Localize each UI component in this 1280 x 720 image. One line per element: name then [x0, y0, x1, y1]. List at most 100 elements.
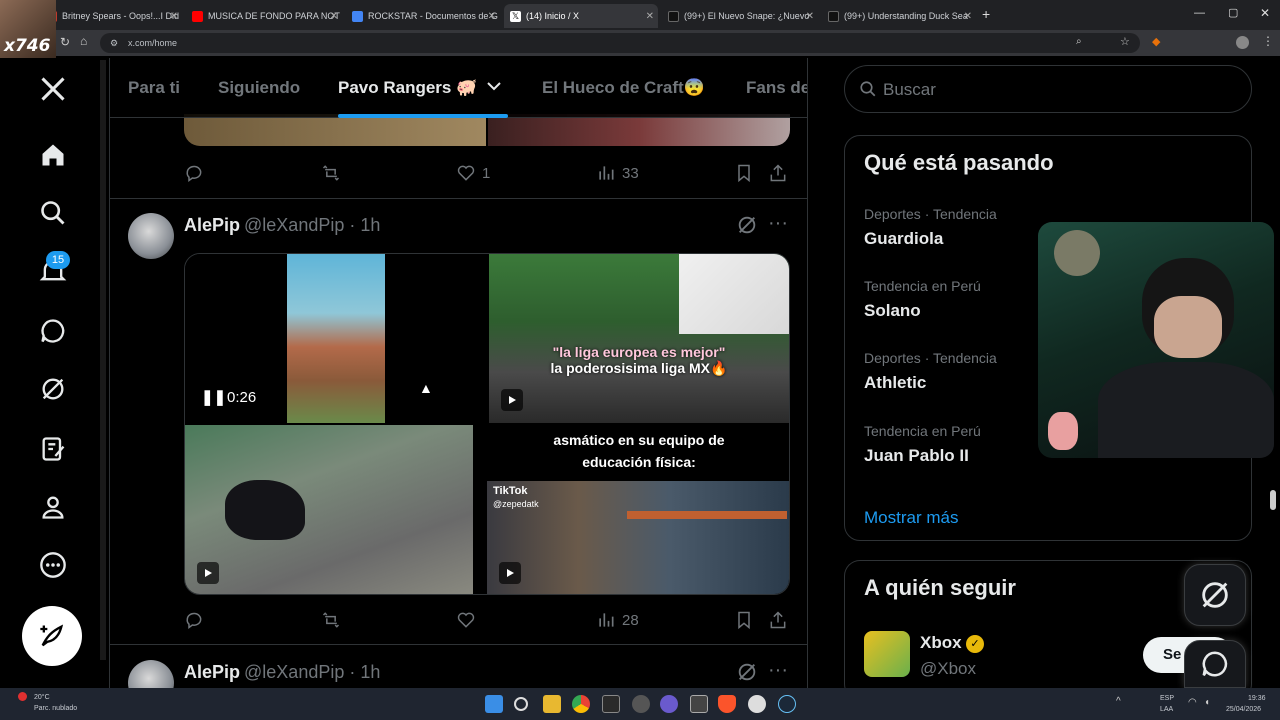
more-options-icon[interactable]: ··· — [768, 659, 788, 682]
prev-post-media[interactable] — [184, 114, 790, 146]
browser-menu-icon[interactable]: ⋮ — [1262, 34, 1274, 48]
xbox-avatar[interactable] — [864, 631, 910, 677]
avatar[interactable] — [128, 660, 174, 688]
scrollbar-track[interactable] — [100, 60, 106, 660]
pause-icon[interactable]: ❚❚ — [201, 388, 226, 406]
steam-icon[interactable] — [778, 695, 796, 713]
avatar[interactable] — [128, 213, 174, 259]
media-thumbnail[interactable]: "la liga europea es mejor" la poderosisi… — [489, 254, 789, 423]
browser-tab-6[interactable]: (99+) Understanding Duck Sea ✕ — [822, 4, 976, 28]
clock-time[interactable]: 19:36 — [1248, 695, 1266, 702]
author-handle[interactable]: @leXandPip · 1h — [244, 662, 380, 682]
views-button[interactable]: 28 — [596, 608, 639, 632]
app2-icon[interactable] — [748, 695, 766, 713]
weather-desc[interactable]: Parc. nublado — [34, 705, 77, 712]
brave-icon[interactable] — [718, 695, 736, 713]
chrome-icon[interactable] — [572, 695, 590, 713]
grok-explain-icon[interactable] — [736, 661, 758, 688]
like-button[interactable]: 1 — [456, 161, 490, 185]
window-close-icon[interactable]: ✕ — [1260, 6, 1270, 20]
more-options-icon[interactable]: ··· — [768, 212, 788, 235]
play-icon[interactable] — [197, 562, 219, 584]
reload-icon[interactable]: ↻ — [60, 35, 70, 49]
app-icon[interactable] — [632, 695, 650, 713]
close-icon[interactable]: ✕ — [170, 11, 178, 22]
trend-item[interactable]: Juan Pablo II — [864, 446, 969, 466]
profile-icon[interactable] — [38, 492, 68, 522]
video-player[interactable]: ❚❚ 0:26 ▲ — [185, 254, 486, 423]
author-name[interactable]: AlePip — [184, 215, 240, 235]
extension-icon[interactable]: ◆ — [1152, 35, 1160, 48]
share-icon[interactable] — [768, 161, 788, 185]
tab-siguiendo[interactable]: Siguiendo — [218, 78, 300, 98]
zoom-icon[interactable]: ⌕ — [1076, 36, 1082, 47]
new-tab-icon[interactable]: + — [982, 6, 990, 22]
media-thumbnail[interactable] — [185, 425, 473, 594]
more-icon[interactable] — [38, 550, 68, 580]
tab-hueco-de-craft[interactable]: El Hueco de Craft😨 — [542, 78, 705, 98]
bookmark-icon[interactable] — [734, 161, 754, 185]
follow-name[interactable]: Xbox — [920, 633, 962, 653]
notes-icon[interactable] — [38, 434, 68, 464]
share-icon[interactable] — [768, 608, 788, 632]
close-icon[interactable]: ✕ — [330, 11, 338, 22]
x-logo-icon[interactable] — [38, 74, 68, 104]
media-thumbnail[interactable] — [184, 114, 486, 146]
author-name[interactable]: AlePip — [184, 662, 240, 682]
weather-temp[interactable]: 20°C — [34, 694, 50, 701]
obs-icon[interactable] — [690, 695, 708, 713]
tab-para-ti[interactable]: Para ti — [128, 78, 180, 98]
tab-fans-de[interactable]: Fans de — [746, 78, 807, 98]
play-icon[interactable] — [499, 562, 521, 584]
close-icon[interactable]: ✕ — [488, 11, 496, 22]
taskbar-search-icon[interactable] — [514, 697, 528, 711]
play-icon[interactable] — [501, 389, 523, 411]
compose-post-button[interactable] — [22, 606, 82, 666]
language-layout[interactable]: LAA — [1160, 706, 1173, 713]
grok-explain-icon[interactable] — [736, 214, 758, 241]
media-thumbnail[interactable]: asmático en su equipo de educación físic… — [487, 425, 789, 594]
minimize-icon[interactable]: — — [1194, 7, 1205, 19]
chevron-down-icon[interactable] — [486, 78, 502, 99]
tray-chevron-icon[interactable]: ^ — [1116, 696, 1121, 707]
url-input[interactable]: ⚙ x.com/home — [100, 33, 1140, 53]
browser-home-icon[interactable]: ⌂ — [80, 34, 87, 48]
bookmark-star-icon[interactable]: ☆ — [1120, 35, 1130, 48]
bookmark-icon[interactable] — [734, 608, 754, 632]
trend-item[interactable]: Guardiola — [864, 229, 943, 249]
reply-icon[interactable] — [184, 608, 204, 632]
maximize-icon[interactable]: ▢ — [1228, 6, 1238, 19]
search-icon[interactable] — [38, 198, 68, 228]
close-icon[interactable]: ✕ — [646, 11, 654, 22]
browser-tab-1[interactable]: Britney Spears - Oops!...I Did It ✕ — [40, 4, 182, 28]
volume-icon[interactable]: ◖ — [1204, 697, 1210, 708]
windows-start-icon[interactable] — [485, 695, 503, 713]
repost-icon[interactable] — [320, 161, 342, 185]
language-indicator[interactable]: ESP — [1160, 695, 1174, 702]
home-icon[interactable] — [38, 140, 68, 170]
browser-tab-5[interactable]: (99+) El Nuevo Snape: ¿Nuevo ✕ — [662, 4, 818, 28]
terminal-icon[interactable] — [602, 695, 620, 713]
browser-tab-x-active[interactable]: 𝕏 (14) Inicio / X ✕ — [504, 4, 658, 28]
show-more-link[interactable]: Mostrar más — [864, 508, 958, 528]
profile-avatar[interactable] — [1236, 36, 1249, 49]
reply-icon[interactable] — [184, 161, 204, 185]
messages-icon[interactable] — [38, 316, 68, 346]
page-scrollbar-thumb[interactable] — [1270, 490, 1276, 510]
messages-floating-button[interactable] — [1184, 640, 1246, 688]
site-info-icon[interactable]: ⚙ — [110, 33, 118, 53]
browser-tab-3[interactable]: ROCKSTAR - Documentos de G ✕ — [346, 4, 500, 28]
author-handle[interactable]: @leXandPip · 1h — [244, 215, 380, 235]
repost-icon[interactable] — [320, 608, 342, 632]
wifi-icon[interactable]: ◠ — [1188, 697, 1197, 708]
trend-item[interactable]: Athletic — [864, 373, 926, 393]
search-input[interactable]: Buscar — [844, 65, 1252, 113]
file-explorer-icon[interactable] — [543, 695, 561, 713]
tab-pavo-rangers[interactable]: Pavo Rangers 🐖 — [338, 78, 477, 98]
clock-date[interactable]: 25/04/2026 — [1226, 706, 1261, 713]
grok-floating-button[interactable] — [1184, 564, 1246, 626]
grok-icon[interactable] — [38, 374, 68, 404]
media-thumbnail[interactable] — [488, 114, 790, 146]
trend-item[interactable]: Solano — [864, 301, 921, 321]
heart-icon[interactable] — [456, 608, 476, 632]
